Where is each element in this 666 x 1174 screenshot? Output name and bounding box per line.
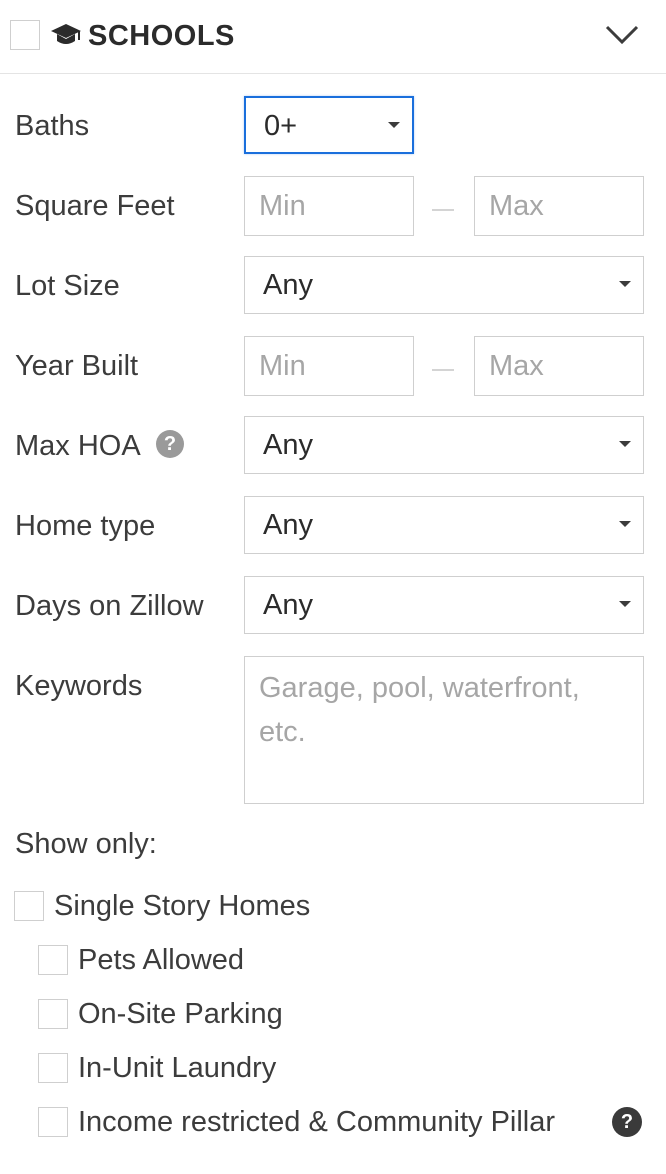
baths-label: Baths — [15, 110, 90, 142]
max-hoa-select[interactable]: Any — [244, 416, 644, 474]
range-dash — [432, 209, 454, 211]
keywords-textarea[interactable] — [244, 656, 644, 804]
days-on-zillow-select[interactable]: Any — [244, 576, 644, 634]
max-hoa-help-icon[interactable]: ? — [156, 430, 184, 458]
single-story-homes-option[interactable]: Single Story Homes — [14, 888, 344, 924]
in-unit-laundry-option[interactable]: In-Unit Laundry — [38, 1050, 318, 1086]
lot-size-value: Any — [263, 269, 313, 301]
on-site-parking-label: On-Site Parking — [78, 998, 283, 1030]
caret-down-icon — [619, 521, 631, 527]
pets-allowed-option[interactable]: Pets Allowed — [38, 942, 278, 978]
single-story-homes-checkbox[interactable] — [14, 891, 44, 921]
square-feet-max-input[interactable] — [474, 176, 644, 236]
income-restricted-checkbox[interactable] — [38, 1107, 68, 1137]
lot-size-label: Lot Size — [15, 270, 120, 302]
in-unit-laundry-label: In-Unit Laundry — [78, 1052, 277, 1084]
days-on-zillow-value: Any — [263, 589, 313, 621]
days-on-zillow-label: Days on Zillow — [15, 590, 204, 622]
home-type-select[interactable]: Any — [244, 496, 644, 554]
pets-allowed-checkbox[interactable] — [38, 945, 68, 975]
in-unit-laundry-checkbox[interactable] — [38, 1053, 68, 1083]
schools-title: SCHOOLS — [88, 20, 235, 52]
graduation-cap-icon — [51, 24, 81, 44]
caret-down-icon — [619, 601, 631, 607]
year-built-max-input[interactable] — [474, 336, 644, 396]
lot-size-select[interactable]: Any — [244, 256, 644, 314]
chevron-down-icon[interactable] — [602, 18, 642, 52]
pets-allowed-label: Pets Allowed — [78, 944, 245, 976]
caret-down-icon — [619, 441, 631, 447]
on-site-parking-option[interactable]: On-Site Parking — [38, 996, 318, 1032]
home-type-label: Home type — [15, 510, 156, 542]
square-feet-label: Square Feet — [15, 190, 175, 222]
year-built-min-input[interactable] — [244, 336, 414, 396]
single-story-homes-label: Single Story Homes — [54, 890, 311, 922]
income-restricted-help-icon[interactable]: ? — [612, 1107, 642, 1137]
year-built-label: Year Built — [15, 350, 139, 382]
income-restricted-label: Income restricted & Community Pillar — [78, 1106, 556, 1138]
max-hoa-value: Any — [263, 429, 313, 461]
on-site-parking-checkbox[interactable] — [38, 999, 68, 1029]
range-dash — [432, 369, 454, 371]
square-feet-min-input[interactable] — [244, 176, 414, 236]
schools-checkbox[interactable] — [10, 20, 40, 50]
income-restricted-option[interactable]: Income restricted & Community Pillar — [38, 1104, 608, 1140]
baths-select[interactable]: 0+ — [244, 96, 414, 154]
show-only-label: Show only: — [15, 828, 157, 860]
home-type-value: Any — [263, 509, 313, 541]
baths-value: 0+ — [264, 110, 298, 142]
schools-section-header[interactable]: SCHOOLS — [0, 0, 666, 74]
caret-down-icon — [388, 122, 400, 128]
keywords-label: Keywords — [15, 670, 143, 702]
caret-down-icon — [619, 281, 631, 287]
max-hoa-label: Max HOA — [15, 430, 141, 462]
